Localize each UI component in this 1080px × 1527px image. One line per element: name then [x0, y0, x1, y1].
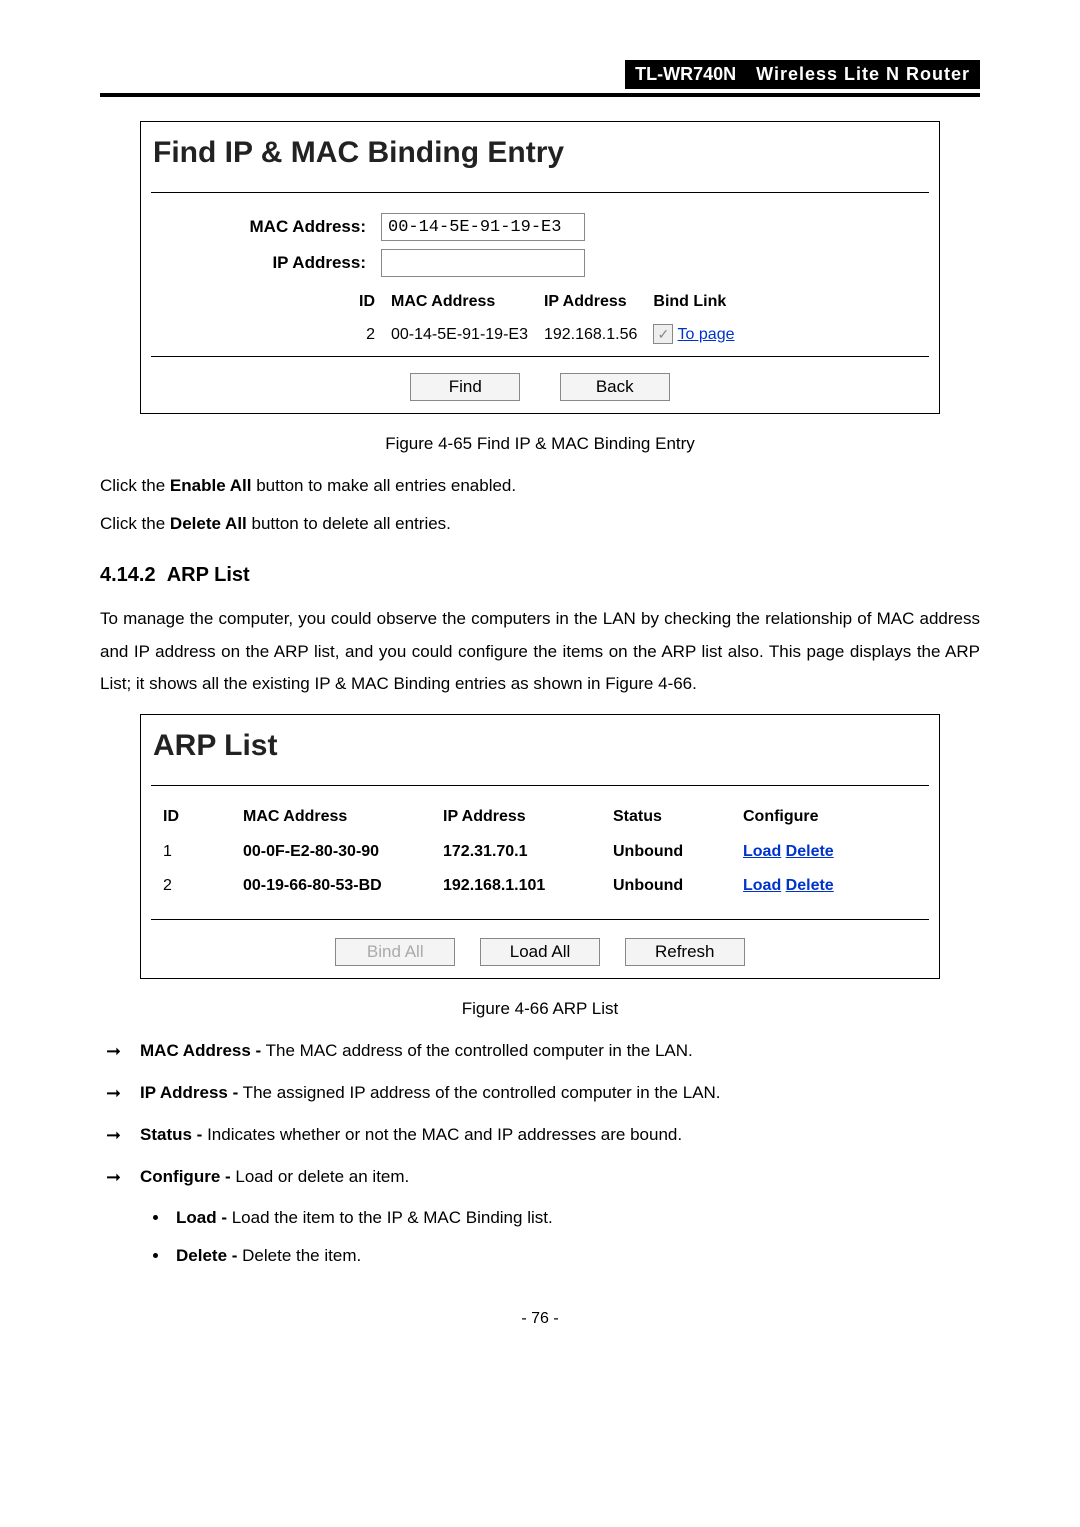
col-ip: IP Address — [544, 287, 651, 317]
delete-link[interactable]: Delete — [786, 877, 834, 894]
panel2-title: ARP List — [153, 725, 927, 767]
list-item: IP Address - The assigned IP address of … — [106, 1081, 980, 1105]
delete-link[interactable]: Delete — [786, 843, 834, 860]
list-item: Load - Load the item to the IP & MAC Bin… — [170, 1206, 980, 1230]
figure-65-caption: Figure 4-65 Find IP & MAC Binding Entry — [100, 432, 980, 456]
to-page-link[interactable]: To page — [678, 326, 735, 343]
panel1-title: Find IP & MAC Binding Entry — [153, 132, 927, 174]
arp-col-status: Status — [603, 800, 733, 834]
document-header: TL-WR740NWireless Lite N Router — [100, 60, 980, 97]
list-item: MAC Address - The MAC address of the con… — [106, 1039, 980, 1063]
refresh-button[interactable]: Refresh — [625, 938, 745, 966]
bind-checkbox-icon: ✓ — [653, 324, 673, 344]
definition-list: MAC Address - The MAC address of the con… — [100, 1039, 980, 1188]
arp-col-configure: Configure — [733, 800, 951, 834]
col-id: ID — [163, 287, 389, 317]
arp-list-panel: ARP List ID MAC Address IP Address Statu… — [140, 714, 940, 979]
mac-input[interactable] — [381, 213, 585, 241]
load-link[interactable]: Load — [743, 843, 781, 860]
load-all-button[interactable]: Load All — [480, 938, 600, 966]
row-mac: 00-14-5E-91-19-E3 — [391, 320, 542, 350]
row-id: 2 — [163, 320, 389, 350]
enable-all-text: Click the Enable All button to make all … — [100, 474, 980, 498]
col-bind: Bind Link — [653, 287, 748, 317]
arp-col-mac: MAC Address — [233, 800, 433, 834]
model-label: TL-WR740N — [625, 60, 746, 89]
bind-all-button: Bind All — [335, 938, 455, 966]
row-ip: 192.168.1.56 — [544, 320, 651, 350]
figure-66-caption: Figure 4-66 ARP List — [100, 997, 980, 1021]
list-item: Configure - Load or delete an item. — [106, 1165, 980, 1189]
page-number: - 76 - — [100, 1308, 980, 1330]
table-row: 1 00-0F-E2-80-30-90 172.31.70.1 Unbound … — [153, 835, 951, 869]
find-button[interactable]: Find — [410, 373, 520, 401]
list-item: Delete - Delete the item. — [170, 1244, 980, 1268]
find-binding-panel: Find IP & MAC Binding Entry MAC Address:… — [140, 121, 940, 414]
arp-col-ip: IP Address — [433, 800, 603, 834]
product-label: Wireless Lite N Router — [746, 60, 980, 89]
back-button[interactable]: Back — [560, 373, 670, 401]
arp-col-id: ID — [153, 800, 233, 834]
list-item: Status - Indicates whether or not the MA… — [106, 1123, 980, 1147]
ip-label: IP Address: — [151, 251, 381, 275]
arp-intro-paragraph: To manage the computer, you could observ… — [100, 603, 980, 700]
col-mac: MAC Address — [391, 287, 542, 317]
load-link[interactable]: Load — [743, 877, 781, 894]
delete-all-text: Click the Delete All button to delete al… — [100, 512, 980, 536]
mac-label: MAC Address: — [151, 215, 381, 239]
section-heading: 4.14.2 ARP List — [100, 561, 980, 589]
table-row: 2 00-19-66-80-53-BD 192.168.1.101 Unboun… — [153, 869, 951, 903]
sub-definition-list: Load - Load the item to the IP & MAC Bin… — [100, 1206, 980, 1268]
ip-input[interactable] — [381, 249, 585, 277]
